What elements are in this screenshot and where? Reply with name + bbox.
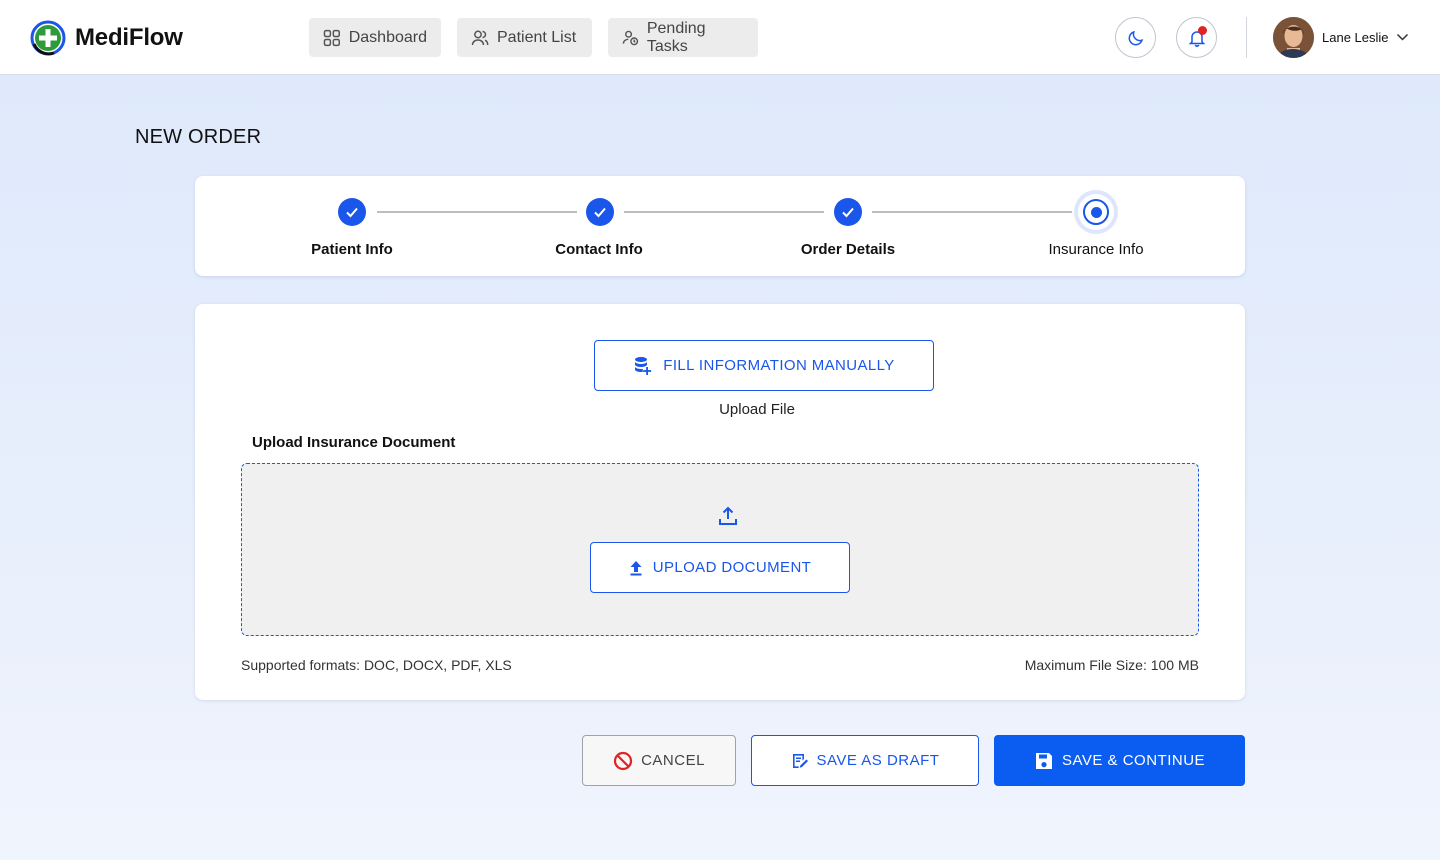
upload-dropzone[interactable]: UPLOAD DOCUMENT (241, 463, 1199, 636)
moon-icon (1128, 30, 1143, 45)
nav-patient-list-label: Patient List (497, 28, 577, 46)
cancel-icon (613, 751, 633, 770)
step-3-check[interactable] (834, 198, 862, 226)
cancel-label: CANCEL (641, 752, 705, 769)
step-label-order-details[interactable]: Order Details (768, 241, 928, 258)
avatar-image (1273, 17, 1314, 58)
step-2-check[interactable] (586, 198, 614, 226)
upload-file-label: Upload File (719, 401, 795, 418)
users-icon (471, 30, 489, 45)
save-continue-button[interactable]: SAVE & CONTINUE (994, 735, 1245, 786)
upload-document-button[interactable]: UPLOAD DOCUMENT (590, 542, 850, 593)
edit-note-icon (792, 753, 808, 768)
cancel-button[interactable]: CANCEL (582, 735, 736, 786)
active-step-dot (1090, 206, 1102, 218)
save-draft-label: SAVE AS DRAFT (816, 752, 940, 769)
database-add-icon (635, 356, 652, 375)
step-connector (624, 211, 824, 213)
nav-dashboard-label: Dashboard (348, 28, 427, 46)
notifications-button[interactable] (1176, 17, 1217, 58)
step-connector (872, 211, 1072, 213)
insurance-upload-card: FILL INFORMATION MANUALLY Upload File Up… (195, 304, 1245, 700)
step-label-contact-info[interactable]: Contact Info (519, 241, 679, 258)
avatar[interactable] (1273, 17, 1314, 58)
notification-dot (1198, 26, 1207, 35)
check-icon (842, 207, 854, 218)
step-connector (377, 211, 577, 213)
fill-manually-label: FILL INFORMATION MANUALLY (663, 357, 895, 374)
supported-formats: Supported formats: DOC, DOCX, PDF, XLS (241, 657, 512, 673)
logo-cross-icon (30, 20, 66, 56)
max-file-size: Maximum File Size: 100 MB (1024, 657, 1199, 673)
app-logo[interactable]: MediFlow (30, 20, 183, 56)
nav-pending-tasks-label: Pending Tasks (646, 19, 706, 55)
step-label-insurance-info[interactable]: Insurance Info (1016, 241, 1176, 258)
top-header: MediFlow Dashboard Patient List Pending … (0, 0, 1440, 75)
step-label-patient-info[interactable]: Patient Info (272, 241, 432, 258)
chevron-down-icon[interactable] (1396, 32, 1409, 42)
header-divider (1246, 17, 1247, 58)
grid-icon (323, 29, 340, 46)
upload-arrow-icon (630, 560, 642, 575)
save-continue-label: SAVE & CONTINUE (1061, 752, 1206, 769)
upload-document-label: UPLOAD DOCUMENT (652, 559, 812, 576)
check-icon (594, 207, 606, 218)
step-1-check[interactable] (338, 198, 366, 226)
check-icon (346, 207, 358, 218)
step-4-active[interactable] (1078, 194, 1114, 230)
user-name[interactable]: Lane Leslie (1322, 30, 1389, 45)
nav-dashboard[interactable]: Dashboard (309, 18, 441, 57)
nav-pending-tasks[interactable]: Pending Tasks (608, 18, 758, 57)
page-title: NEW ORDER (135, 126, 262, 148)
section-label: Upload Insurance Document (252, 434, 456, 451)
save-draft-button[interactable]: SAVE AS DRAFT (751, 735, 979, 786)
upload-icon (719, 506, 737, 525)
app-name: MediFlow (75, 24, 183, 51)
fill-manually-button[interactable]: FILL INFORMATION MANUALLY (594, 340, 934, 391)
theme-toggle-button[interactable] (1115, 17, 1156, 58)
order-stepper: Patient Info Contact Info Order Details … (195, 176, 1245, 276)
save-icon (1035, 752, 1052, 769)
nav-patient-list[interactable]: Patient List (457, 18, 592, 57)
user-clock-icon (622, 30, 639, 45)
